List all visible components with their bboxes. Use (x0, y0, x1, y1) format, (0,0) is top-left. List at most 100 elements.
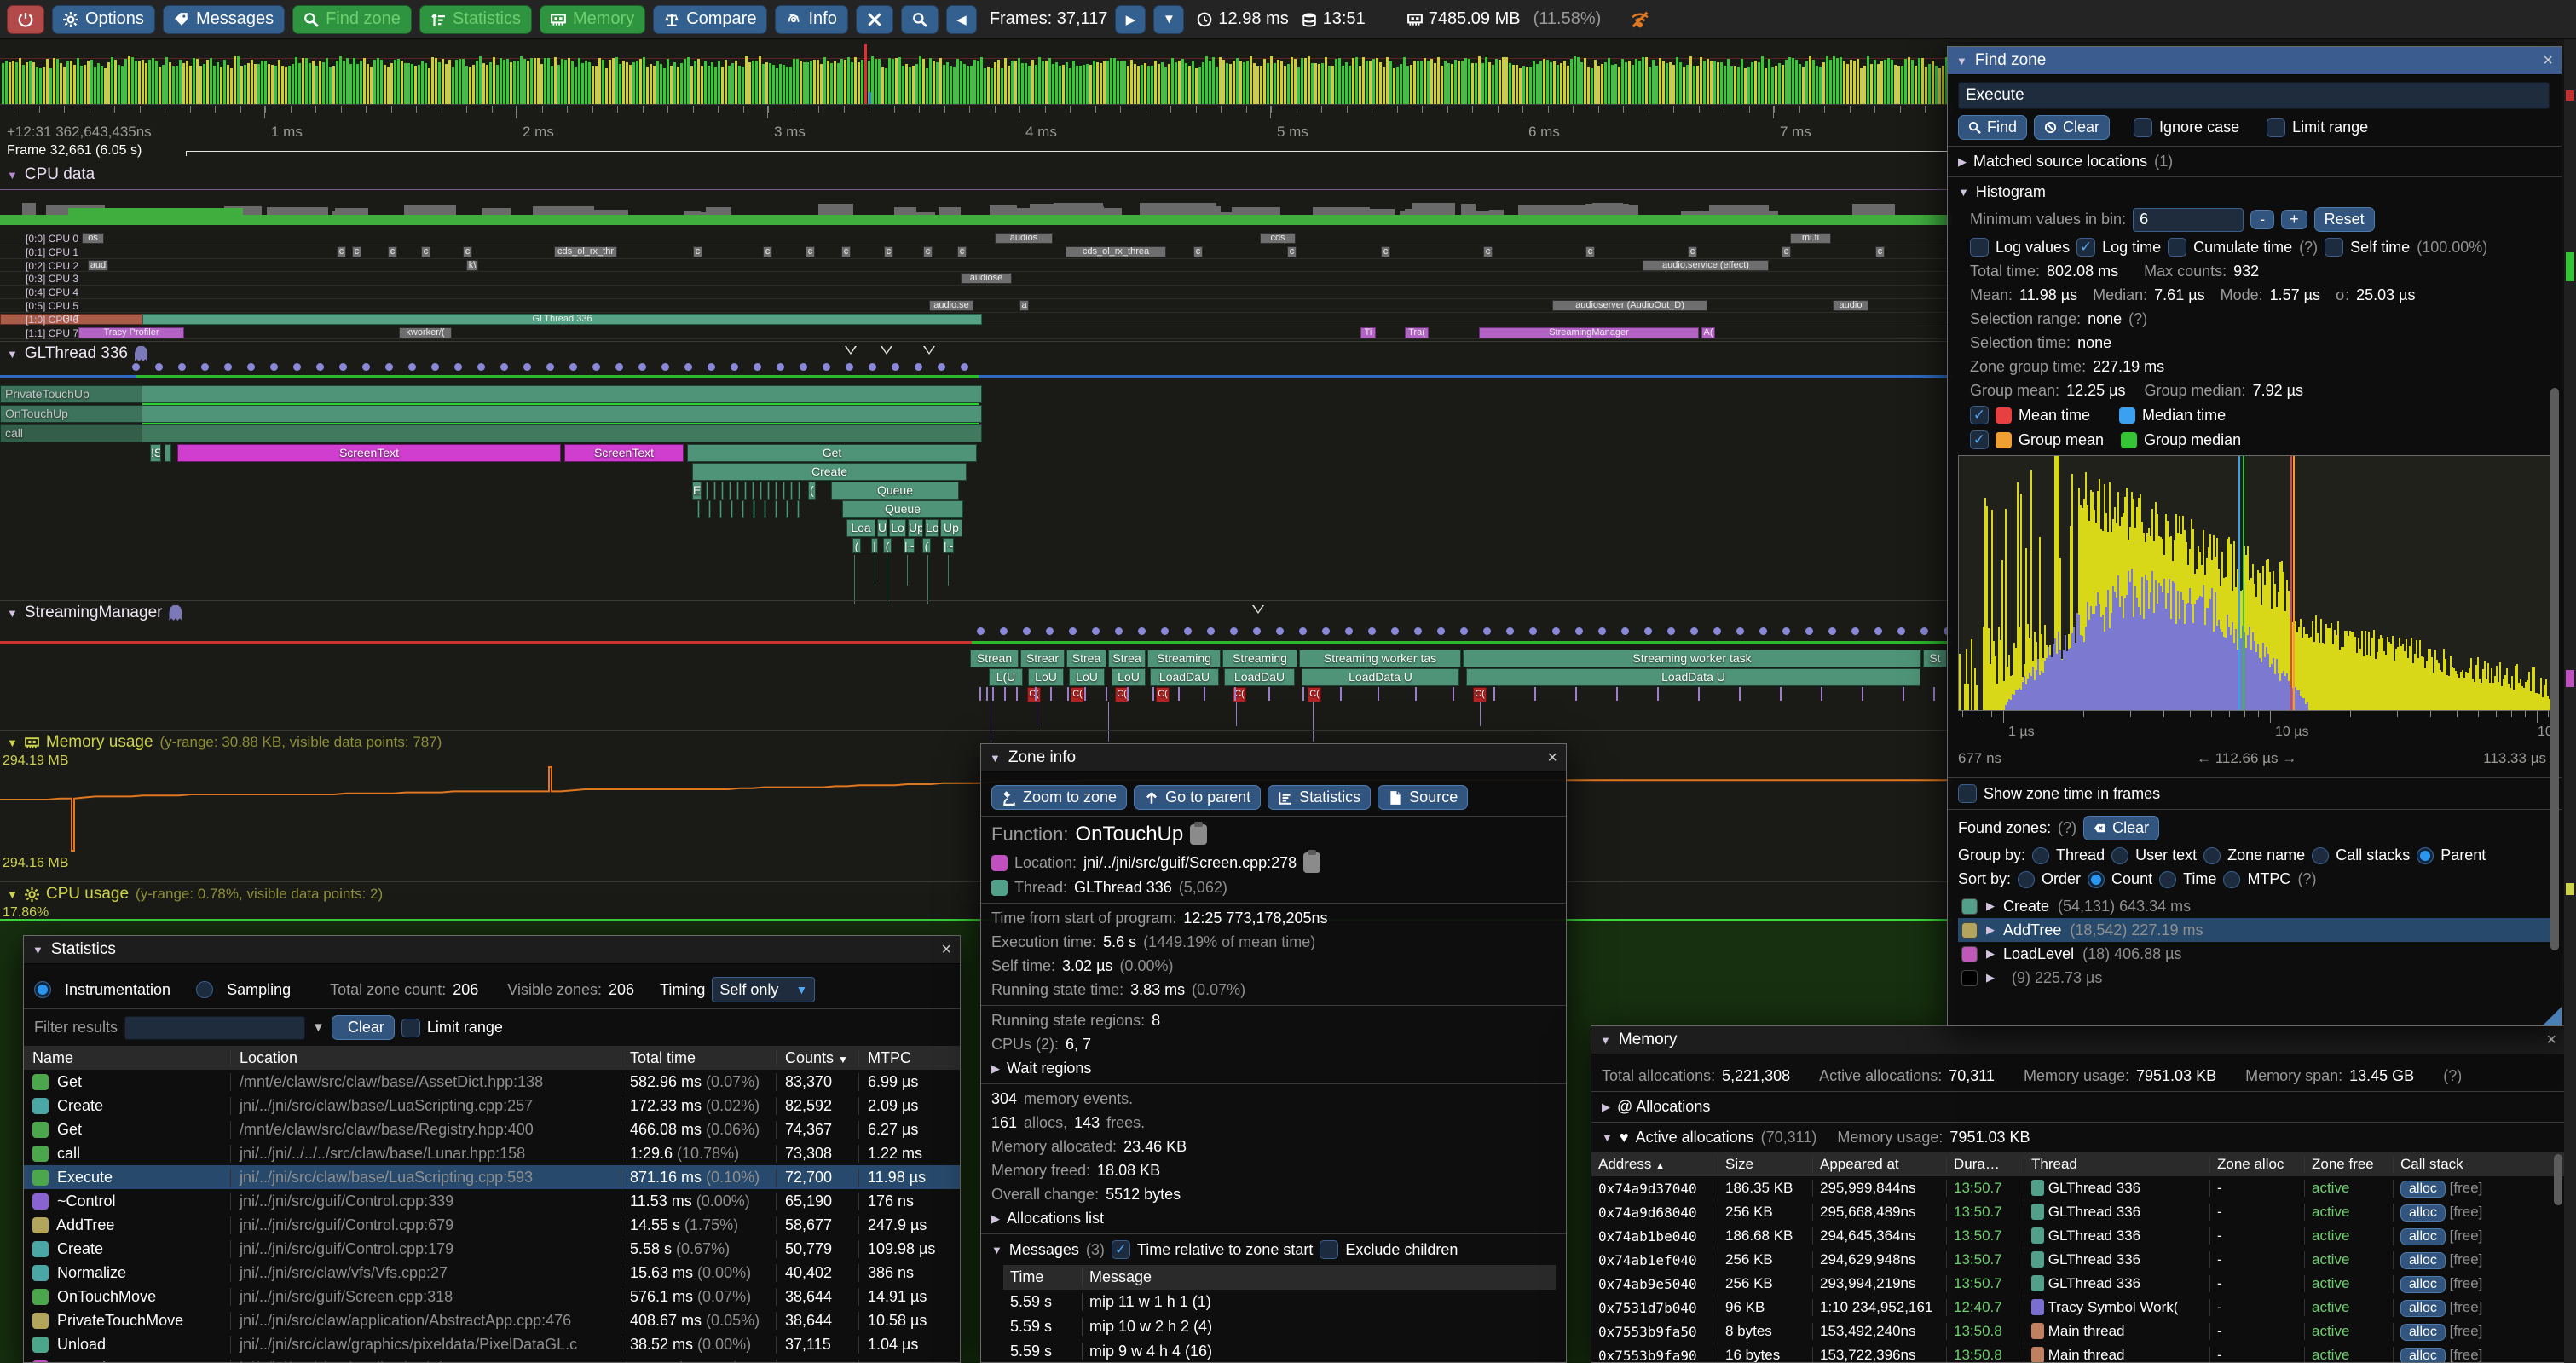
self-time-checkbox[interactable] (2325, 238, 2343, 257)
sort-by-mtpc-radio[interactable] (2223, 871, 2240, 888)
cpu-zone[interactable]: audios (995, 233, 1053, 244)
show-zone-time-frames-checkbox[interactable] (1958, 784, 1977, 803)
statistics-row[interactable]: Get/mnt/e/claw/src/claw/base/Registry.hp… (24, 1118, 960, 1141)
message-dot-icon[interactable] (915, 363, 922, 371)
timeline-zone[interactable]: Strea (1108, 650, 1146, 667)
message-dot-icon[interactable] (1230, 627, 1238, 635)
zone-info-source-button[interactable]: Source (1378, 785, 1468, 810)
cpu-zone[interactable]: c (1193, 246, 1203, 257)
message-dot-icon[interactable] (1736, 627, 1744, 635)
zone-info-statistics-button[interactable]: Statistics (1268, 785, 1371, 810)
timeline-zone[interactable]: Lo (889, 519, 906, 537)
instrumentation-radio[interactable] (34, 981, 51, 998)
statistics-row[interactable]: Createjni/../jni/src/claw/base/LuaScript… (24, 1094, 960, 1118)
timeline-zone[interactable]: Queue (831, 482, 959, 500)
cpu-zone[interactable]: c (763, 246, 772, 257)
wait-regions-expander[interactable]: Wait regions (1007, 1060, 1091, 1077)
message-dot-icon[interactable] (754, 363, 761, 371)
message-dot-icon[interactable] (155, 363, 163, 371)
find-zone-search-input[interactable] (1958, 82, 2550, 109)
message-dot-icon[interactable] (938, 363, 945, 371)
timeline-zone[interactable]: LoU (1112, 668, 1146, 686)
message-dot-icon[interactable] (293, 363, 301, 371)
message-dot-icon[interactable] (1529, 627, 1537, 635)
cpu-data-title[interactable]: ▼CPU data (7, 165, 95, 184)
cpu-zone[interactable]: StreamingManager (1479, 327, 1699, 338)
message-dot-icon[interactable] (731, 363, 738, 371)
zone-info-zoom-to-zone-button[interactable]: Zoom to zone (991, 785, 1127, 810)
allocation-row[interactable]: 0x74ab1be040186.68 KB294,645,364ns13:50.… (1591, 1224, 2565, 1248)
message-dot-icon[interactable] (684, 363, 692, 371)
group-by-thread-radio[interactable] (2032, 847, 2049, 864)
cumulate-time-checkbox[interactable] (2168, 238, 2186, 257)
message-dot-icon[interactable] (1460, 627, 1468, 635)
message-dot-icon[interactable] (385, 363, 393, 371)
clipboard-icon[interactable] (1303, 852, 1320, 873)
message-dot-icon[interactable] (1253, 627, 1261, 635)
clear-found-zones-button[interactable]: Clear (2083, 816, 2159, 840)
cpu-zone[interactable]: Tracy Profiler (78, 327, 184, 338)
toolbar-find-zone-button[interactable]: Find zone (292, 5, 412, 34)
message-dot-icon[interactable] (477, 363, 485, 371)
message-dot-icon[interactable] (1069, 627, 1077, 635)
next-frame-button[interactable]: ▶ (1115, 5, 1146, 34)
timeline-zone[interactable]: LoadDaU (1150, 668, 1219, 686)
allocations-expander[interactable]: @ Allocations (1617, 1098, 1710, 1116)
allocation-row[interactable]: 0x74ab9e5040256 KB293,994,219ns13:50.7 G… (1591, 1272, 2565, 1296)
message-dot-icon[interactable] (1759, 627, 1767, 635)
toolbar-power-button[interactable] (7, 5, 44, 34)
toolbar-info-button[interactable]: Info (775, 5, 847, 34)
cpu-zone[interactable]: c (1688, 246, 1697, 257)
message-dot-icon[interactable] (1414, 627, 1422, 635)
time-relative-checkbox[interactable]: ✓ (1112, 1240, 1130, 1259)
message-dot-icon[interactable] (1805, 627, 1813, 635)
cpu-zone[interactable]: c (693, 246, 702, 257)
statistics-row[interactable]: Unloadjni/../jni/src/claw/graphics/pixel… (24, 1332, 960, 1356)
statistics-row[interactable]: Createjni/../jni/src/guif/Control.cpp:17… (24, 1237, 960, 1261)
toolbar-memory-button[interactable]: Memory (540, 5, 645, 34)
message-dot-icon[interactable] (1299, 627, 1307, 635)
timeline-zone[interactable]: Create (692, 463, 967, 481)
message-dot-icon[interactable] (1322, 627, 1330, 635)
timeline-zone[interactable]: St (1923, 650, 1947, 667)
message-dot-icon[interactable] (1046, 627, 1054, 635)
cpu-zone[interactable]: aud (88, 260, 108, 271)
frame-marker-icon[interactable] (1252, 605, 1264, 614)
timeline-zone[interactable]: C( (1027, 687, 1041, 702)
memory-titlebar[interactable]: ▼ Memory × (1591, 1026, 2565, 1054)
timeline-zone[interactable]: Lo (925, 519, 939, 537)
find-zone-histogram[interactable] (1958, 455, 2551, 711)
message-dot-icon[interactable] (362, 363, 370, 371)
statistics-row[interactable]: calljni/../jni/../../../src/claw/base/Lu… (24, 1141, 960, 1165)
ghost-zones-icon[interactable] (135, 346, 147, 361)
sort-by-count-radio[interactable] (2088, 871, 2105, 888)
timeline-zone[interactable]: |~ (943, 538, 954, 553)
message-dot-icon[interactable] (615, 363, 623, 371)
found-zone-group[interactable]: ▶AddTree(18,542) 227.19 ms (1958, 918, 2551, 942)
message-row[interactable]: 5.59 smip 9 w 4 h 4 (16) (1003, 1339, 1556, 1363)
cpu-zone[interactable]: audio.service (effect) (1643, 260, 1769, 271)
message-dot-icon[interactable] (1552, 627, 1560, 635)
timeline-zone[interactable]: OnTouchUp (0, 405, 982, 423)
bin-decrease-button[interactable]: - (2250, 210, 2274, 229)
message-dot-icon[interactable] (1161, 627, 1169, 635)
memory-usage-title[interactable]: ▼Memory usage(y-range: 30.88 KB, visible… (7, 733, 442, 752)
message-dot-icon[interactable] (1023, 627, 1031, 635)
messages-expander[interactable]: Messages (1009, 1241, 1079, 1259)
cpu-zone[interactable]: GLThread 336 (142, 314, 982, 325)
cpu-usage-title[interactable]: ▼CPU usage(y-range: 0.78%, visible data … (7, 885, 383, 904)
cpu-zone[interactable]: cds_ol_rx_threa (1066, 246, 1166, 257)
timeline-zone[interactable]: ( (808, 482, 816, 500)
timeline-zone[interactable]: LoU (1028, 668, 1064, 686)
timing-select[interactable]: Self only▼ (712, 977, 815, 1002)
find-zone-scrollbar[interactable] (2550, 388, 2559, 950)
timeline-zone[interactable]: Up (940, 519, 962, 537)
close-icon[interactable]: × (2546, 1031, 2556, 1050)
toolbar-zoom-button[interactable] (901, 5, 939, 34)
timeline-zone[interactable]: Strear (1020, 650, 1065, 667)
statistics-row[interactable]: PrivateTouchMovejni/../jni/src/claw/appl… (24, 1308, 960, 1332)
cpu-zone[interactable]: c (806, 246, 815, 257)
timeline-zone[interactable]: ( (883, 538, 892, 553)
alloc-callstack-button[interactable]: alloc (2400, 1204, 2446, 1222)
message-dot-icon[interactable] (1782, 627, 1790, 635)
